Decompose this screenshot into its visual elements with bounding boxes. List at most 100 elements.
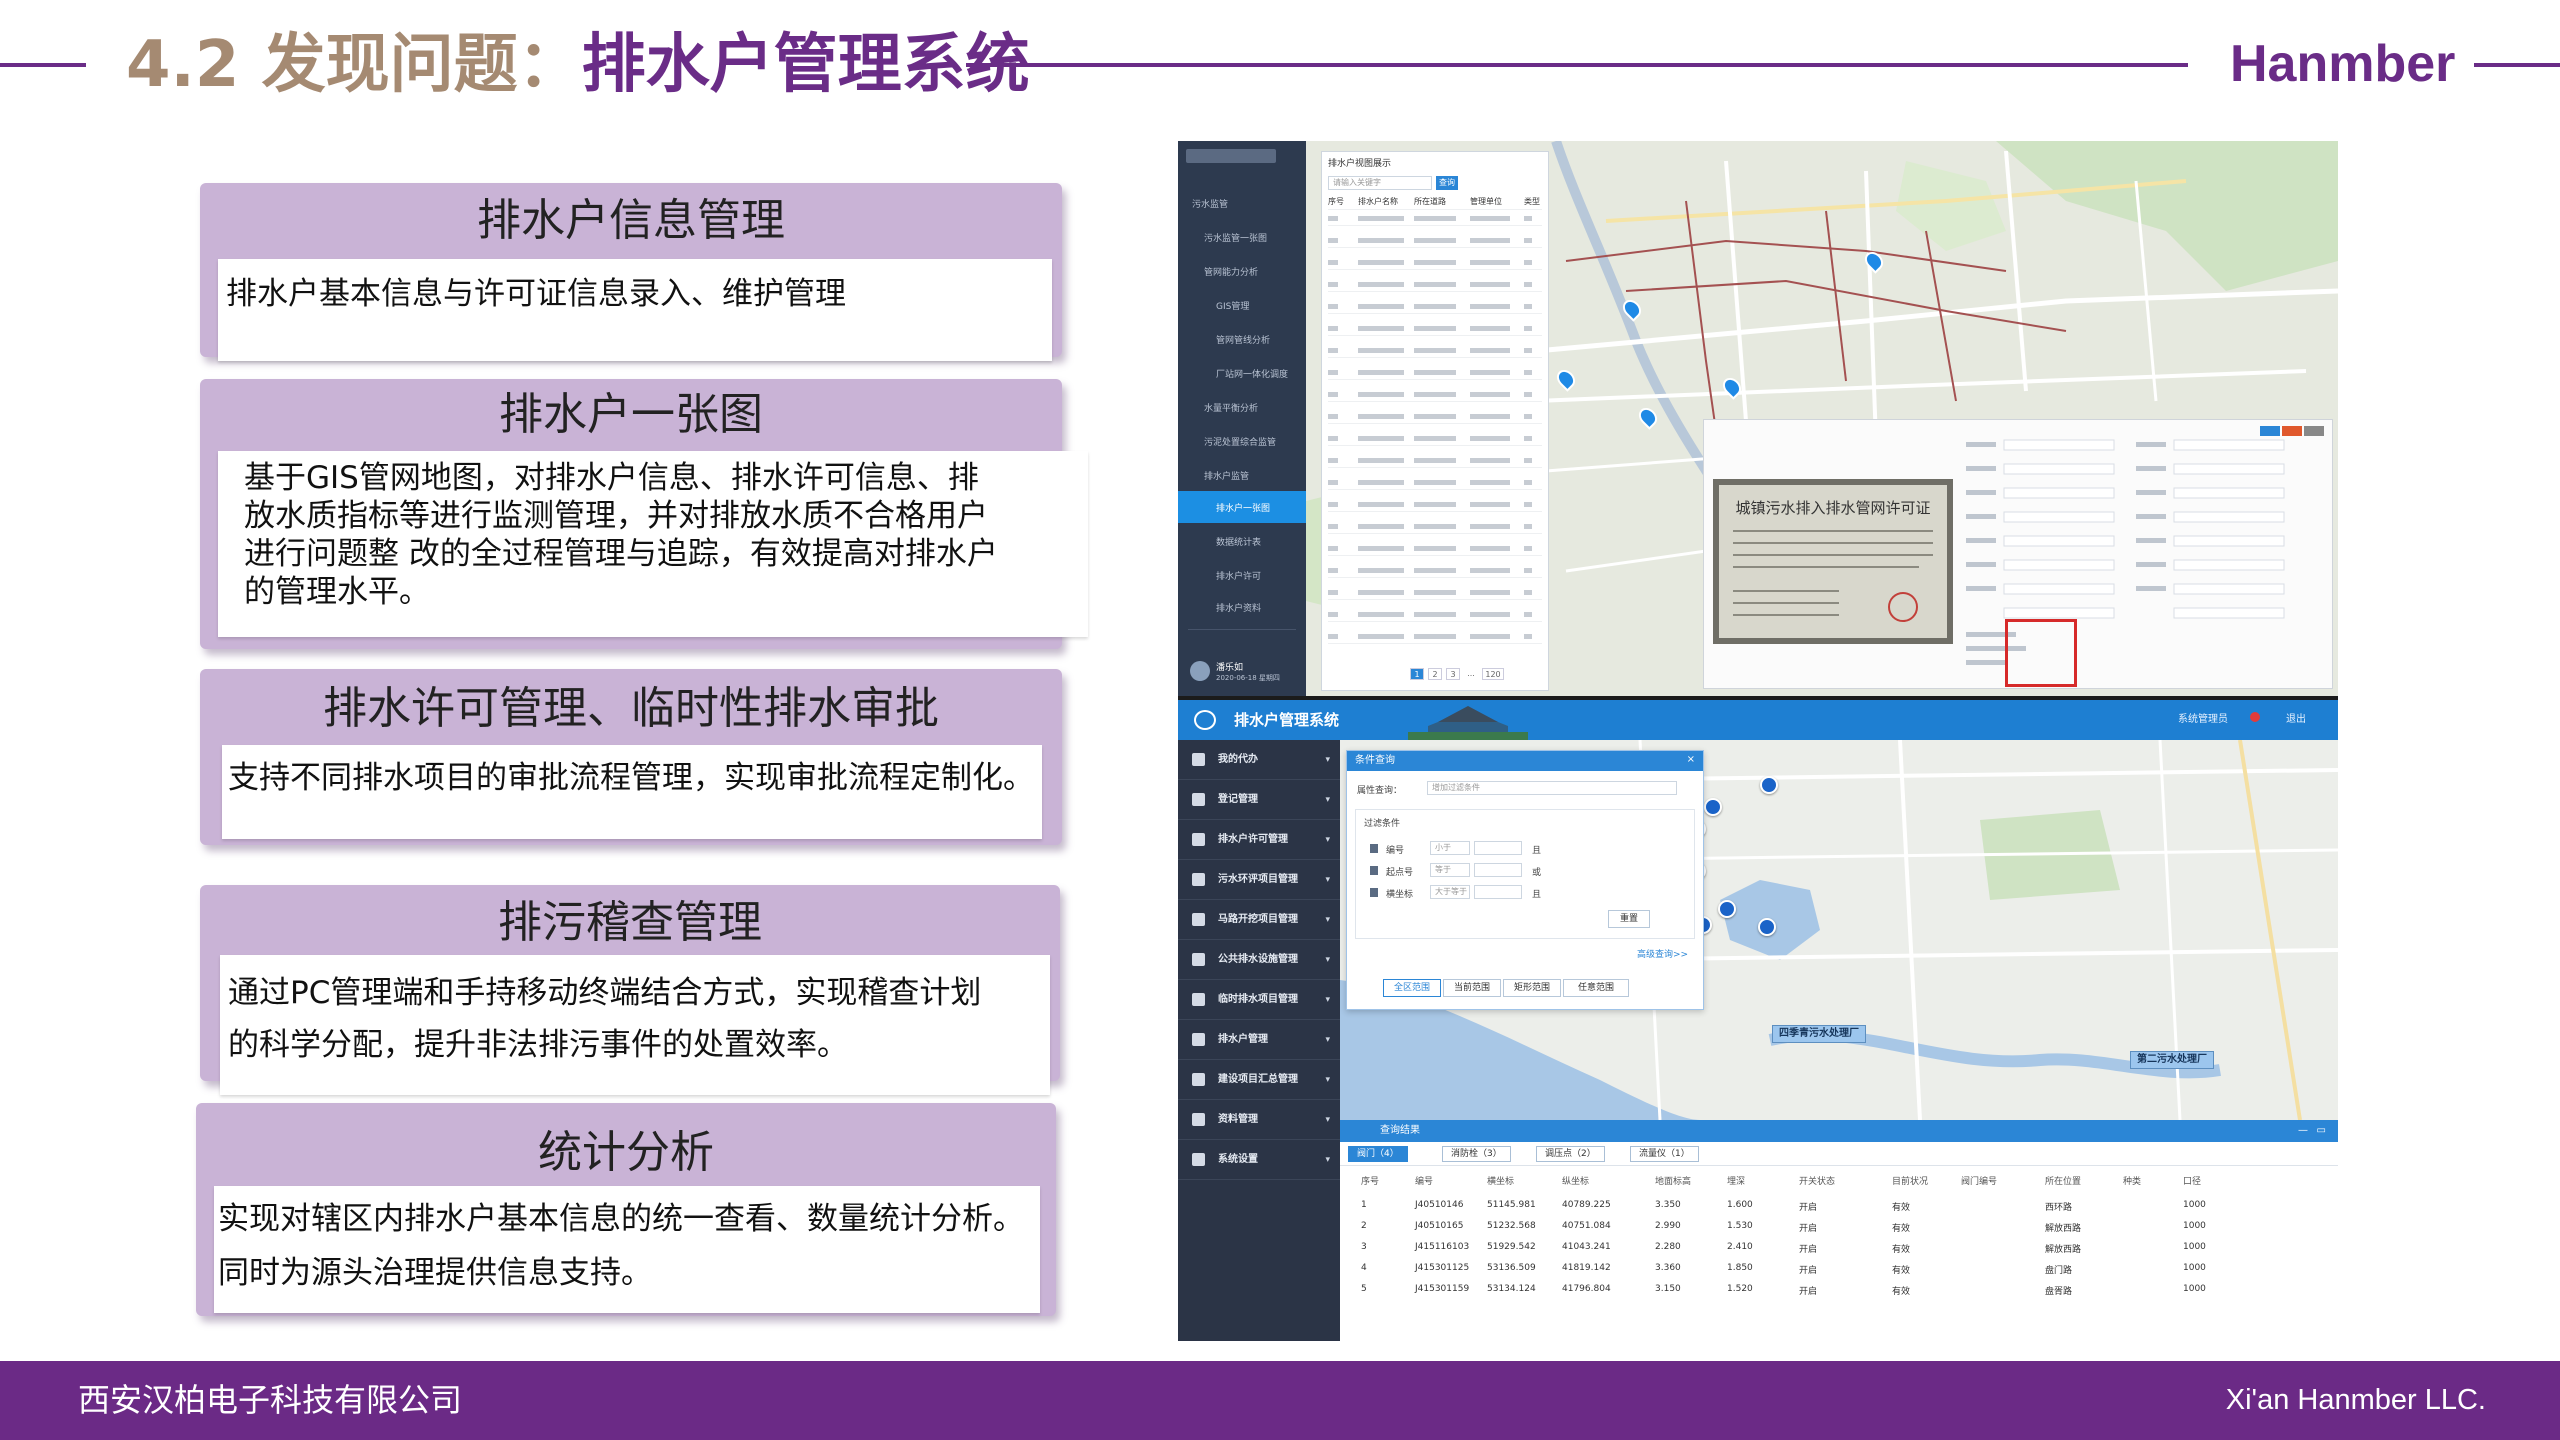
top-sidebar-item[interactable]: GIS管理 (1216, 299, 1249, 312)
tab-flowmeters[interactable]: 流量仪（1） (1630, 1146, 1699, 1162)
pager-button[interactable]: 120 (1482, 668, 1504, 680)
filter-operator-select[interactable]: 等于 (1430, 863, 1470, 877)
sidebar-item-settings[interactable]: 系统设置 ▾ (1178, 1140, 1340, 1180)
results-column-header[interactable]: 埋深 (1727, 1174, 1745, 1187)
list-item[interactable] (1328, 608, 1542, 622)
filter-operator-select[interactable]: 小于 (1430, 841, 1470, 855)
results-column-header[interactable]: 所在位置 (2045, 1174, 2081, 1187)
results-column-header[interactable]: 种类 (2123, 1174, 2141, 1187)
list-item[interactable] (1328, 212, 1542, 226)
list-item[interactable] (1328, 256, 1542, 270)
sidebar-item-excavation[interactable]: 马路开挖项目管理 ▾ (1178, 900, 1340, 940)
results-column-header[interactable]: 目前状况 (1892, 1174, 1928, 1187)
top-sidebar-item[interactable]: 排水户资料 (1216, 601, 1261, 614)
list-item[interactable] (1328, 432, 1542, 446)
pager-button[interactable]: 2 (1428, 668, 1442, 680)
filter-logic[interactable]: 或 (1532, 865, 1541, 878)
results-column-header[interactable]: 地面标高 (1655, 1174, 1691, 1187)
notification-badge[interactable] (2250, 712, 2260, 722)
maximize-icon[interactable]: ▭ (2317, 1120, 2326, 1142)
tab-pressure-points[interactable]: 调压点（2） (1536, 1146, 1605, 1162)
close-icon[interactable]: × (1687, 754, 1695, 765)
filter-value-input[interactable] (1474, 863, 1522, 877)
list-item[interactable] (1328, 520, 1542, 534)
pager-button[interactable]: 1 (1410, 668, 1424, 680)
top-sidebar-item[interactable]: 污水监管一张图 (1204, 231, 1267, 244)
list-item[interactable] (1328, 300, 1542, 314)
list-item[interactable] (1328, 542, 1542, 556)
top-sidebar-item[interactable]: 数据统计表 (1216, 535, 1261, 548)
scope-all-button[interactable]: 全区范围 (1383, 979, 1441, 997)
top-sidebar-item[interactable]: 管网能力分析 (1204, 265, 1258, 278)
tab-hydrants[interactable]: 消防栓（3） (1442, 1146, 1511, 1162)
list-item[interactable] (1328, 454, 1542, 468)
sidebar-item-registration[interactable]: 登记管理 ▾ (1178, 780, 1340, 820)
results-column-header[interactable]: 口径 (2183, 1174, 2201, 1187)
list-item[interactable] (1328, 498, 1542, 512)
avatar[interactable] (1190, 661, 1210, 681)
list-item[interactable] (1328, 476, 1542, 490)
valve-marker[interactable] (1718, 900, 1736, 918)
sidebar-item-temporary[interactable]: 临时排水项目管理 ▾ (1178, 980, 1340, 1020)
sidebar-item-dischargers[interactable]: 排水户管理 ▾ (1178, 1020, 1340, 1060)
sidebar-item-todo[interactable]: 我的代办 ▾ (1178, 740, 1340, 780)
list-item[interactable] (1328, 630, 1542, 644)
list-item[interactable] (1328, 234, 1542, 248)
sidebar-item-summary[interactable]: 建设项目汇总管理 ▾ (1178, 1060, 1340, 1100)
sidebar-item-permit[interactable]: 排水户许可管理 ▾ (1178, 820, 1340, 860)
pager-button[interactable]: 3 (1446, 668, 1460, 680)
results-column-header[interactable]: 纵坐标 (1562, 1174, 1589, 1187)
filter-value-input[interactable] (1474, 885, 1522, 899)
valve-marker[interactable] (1758, 918, 1776, 936)
plant-label[interactable]: 第二污水处理厂 (2130, 1051, 2214, 1069)
top-sidebar-item[interactable]: 排水户许可 (1216, 569, 1261, 582)
valve-marker[interactable] (1704, 798, 1722, 816)
results-column-header[interactable]: 编号 (1415, 1174, 1433, 1187)
valve-marker[interactable] (1760, 776, 1778, 794)
scope-current-button[interactable]: 当前范围 (1443, 979, 1501, 997)
trash-icon[interactable] (1370, 888, 1378, 897)
filter-logic[interactable]: 且 (1532, 843, 1541, 856)
tab-valves[interactable]: 阀门（4） (1348, 1146, 1408, 1162)
results-column-header[interactable]: 开关状态 (1799, 1174, 1835, 1187)
results-column-header[interactable]: 序号 (1361, 1174, 1379, 1187)
filter-value-input[interactable] (1474, 841, 1522, 855)
property-query-select[interactable]: 增加过滤条件 (1427, 781, 1677, 795)
sidebar-item-documents[interactable]: 资料管理 ▾ (1178, 1100, 1340, 1140)
results-column-header[interactable]: 横坐标 (1487, 1174, 1514, 1187)
top-sidebar-item[interactable]: 污水监管 (1192, 197, 1228, 210)
top-sidebar-item[interactable]: 厂站网一体化调度 (1216, 367, 1288, 380)
logout-link[interactable]: 退出 (2286, 700, 2306, 740)
sidebar-item-eia[interactable]: 污水环评项目管理 ▾ (1178, 860, 1340, 900)
scope-any-button[interactable]: 任意范围 (1563, 979, 1629, 997)
filter-operator-select[interactable]: 大于等于 (1430, 885, 1470, 899)
trash-icon[interactable] (1370, 844, 1378, 853)
list-item[interactable] (1328, 410, 1542, 424)
list-item[interactable] (1328, 366, 1542, 380)
reset-button[interactable]: 重置 (1608, 910, 1650, 928)
list-cell-placeholder (1328, 524, 1338, 529)
top-sidebar-item[interactable]: 污泥处置综合监管 (1204, 435, 1276, 448)
top-sidebar-item[interactable]: 管网管线分析 (1216, 333, 1270, 346)
filter-logic[interactable]: 且 (1532, 887, 1541, 900)
list-item[interactable] (1328, 344, 1542, 358)
trash-icon[interactable] (1370, 866, 1378, 875)
list-item[interactable] (1328, 388, 1542, 402)
list-item[interactable] (1328, 322, 1542, 336)
scope-rectangle-button[interactable]: 矩形范围 (1503, 979, 1561, 997)
list-item[interactable] (1328, 278, 1542, 292)
top-sidebar-item[interactable]: 水量平衡分析 (1204, 401, 1258, 414)
list-search-input[interactable]: 请输入关键字 (1328, 176, 1432, 190)
list-item[interactable] (1328, 586, 1542, 600)
results-column-header[interactable]: 阀门编号 (1961, 1174, 1997, 1187)
advanced-query-link[interactable]: 高级查询>> (1637, 947, 1688, 960)
minimize-icon[interactable]: — (2298, 1120, 2308, 1142)
list-search-button[interactable]: 查询 (1436, 176, 1458, 190)
results-cell: 1000 (2183, 1284, 2206, 1294)
list-item[interactable] (1328, 564, 1542, 578)
admin-user-label[interactable]: 系统管理员 (2178, 700, 2228, 740)
top-sidebar-item[interactable]: 排水户监管 (1204, 469, 1249, 482)
sidebar-item-facilities[interactable]: 公共排水设施管理 ▾ (1178, 940, 1340, 980)
plant-label[interactable]: 四季青污水处理厂 (1772, 1025, 1866, 1043)
top-sidebar-item-active[interactable]: 排水户一张图 (1216, 501, 1270, 514)
